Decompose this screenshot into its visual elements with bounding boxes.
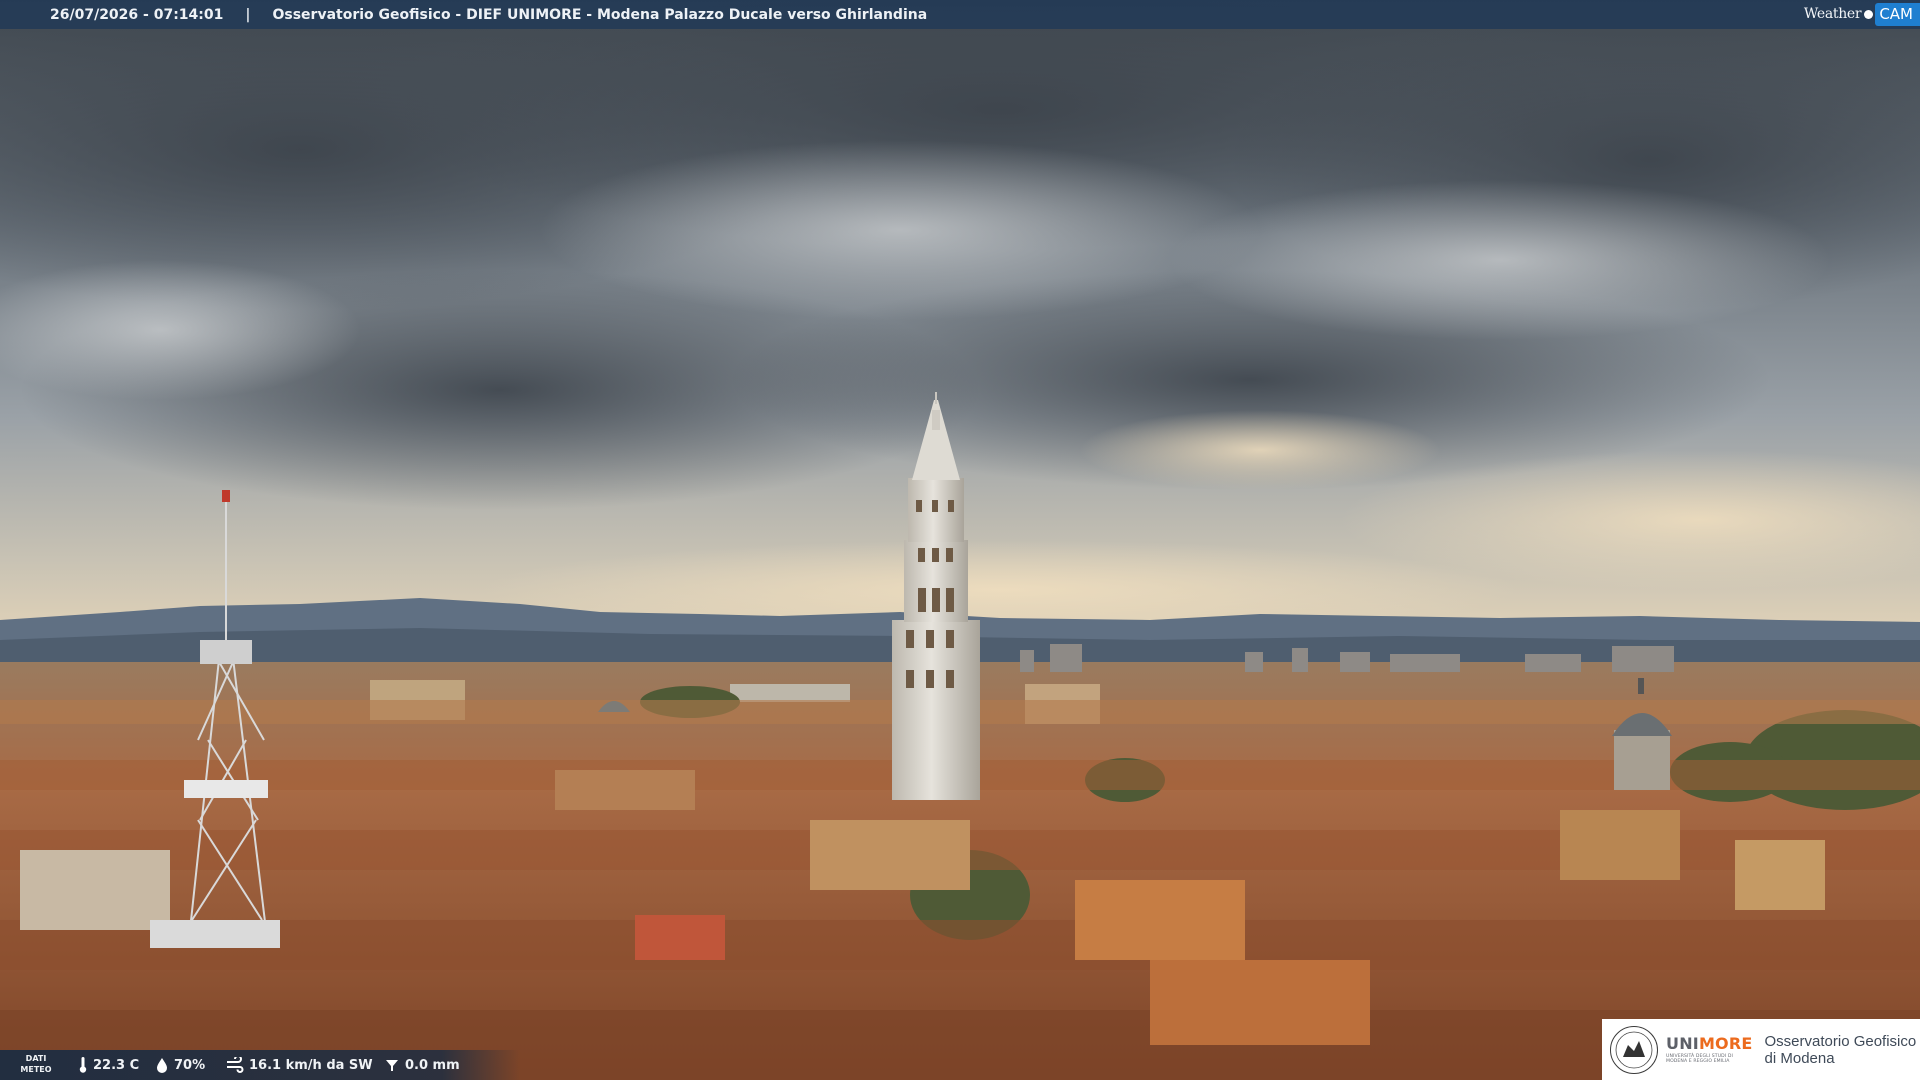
weather-data-bar: DATI METEO 22.3 C 70% 16.1 km/h da SW 0.… — [0, 1050, 520, 1080]
meteo-label-line1: DATI — [25, 1054, 47, 1063]
thermometer-icon — [79, 1057, 87, 1073]
weathercam-logo-cam: CAM — [1875, 2, 1920, 26]
rain-value: 0.0 mm — [405, 1057, 460, 1073]
title-separator: | — [245, 6, 251, 23]
unimore-name-more: MORE — [1698, 1033, 1753, 1053]
humidity-reading: 70% — [155, 1057, 205, 1073]
unimore-name: UNIMORE — [1666, 1033, 1753, 1053]
meteo-label-line2: METEO — [20, 1065, 52, 1074]
weathercam-logo-dot — [1864, 9, 1874, 19]
weathercam-logo[interactable]: Weather CAM — [1804, 2, 1920, 26]
unimore-seal-icon — [1610, 1025, 1658, 1074]
unimore-logo[interactable]: UNIMORE UNIVERSITÀ DEGLI STUDI DI MODENA… — [1602, 1019, 1920, 1080]
humidity-icon — [157, 1058, 167, 1073]
webcam-title-bar: 26/07/2026 - 07:14:01 | Osservatorio Geo… — [0, 0, 1920, 29]
wind-value: 16.1 km/h da SW — [249, 1057, 373, 1073]
temperature-value: 22.3 C — [93, 1057, 140, 1073]
humidity-value: 70% — [174, 1057, 206, 1073]
camera-title: Osservatorio Geofisico - DIEF UNIMORE - … — [272, 6, 928, 23]
rain-reading: 0.0 mm — [384, 1057, 460, 1073]
meteo-label: DATI METEO — [8, 1053, 64, 1075]
observatory-name-line2: di Modena — [1764, 1049, 1835, 1067]
timestamp: 26/07/2026 - 07:14:01 — [50, 6, 224, 23]
unimore-subtitle: UNIVERSITÀ DEGLI STUDI DI MODENA E REGGI… — [1666, 1053, 1733, 1065]
rain-gauge-icon — [386, 1060, 398, 1071]
webcam-photo — [0, 0, 1920, 1080]
unimore-name-block: UNIMORE UNIVERSITÀ DEGLI STUDI DI MODENA… — [1666, 1033, 1753, 1065]
weathercam-logo-weather: Weather — [1803, 6, 1862, 22]
observatory-name-line1: Osservatorio Geofisico — [1764, 1032, 1917, 1050]
observatory-name: Osservatorio Geofisico di Modena — [1765, 1033, 1917, 1067]
wind-reading: 16.1 km/h da SW — [226, 1057, 373, 1073]
unimore-name-uni: UNI — [1666, 1033, 1699, 1053]
wind-icon — [227, 1057, 244, 1073]
temperature-reading: 22.3 C — [78, 1057, 139, 1073]
